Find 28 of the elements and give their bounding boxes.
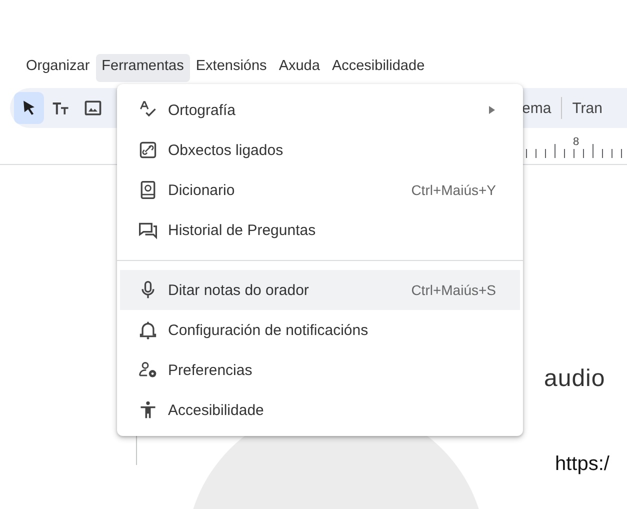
toolbar-button[interactable]: ema [522,100,562,116]
slide-text: https:/ [555,453,610,476]
menu-item[interactable]: Ortografía [120,90,520,130]
accessibility-icon [138,400,158,420]
menu-bar-item[interactable]: Axuda [272,54,326,82]
menu-item[interactable]: Preferencias [120,350,520,390]
toolbar-button[interactable]: Tran [572,100,612,116]
person-gear-icon [138,360,158,380]
shortcut-text: Ctrl+Maiús+Y [411,182,496,198]
menu-item[interactable]: Obxectos ligados [120,130,520,170]
menu-item[interactable]: Ditar notas do orador Ctrl+Maiús+S [120,270,520,310]
menu-bar-item[interactable]: Organizar [20,54,96,82]
menu-item[interactable]: Accesibilidade [120,390,520,430]
tool-button[interactable] [14,92,44,124]
bell-icon [138,320,158,340]
book-icon [138,180,158,200]
shortcut-text: Ctrl+Maiús+S [411,282,496,298]
chat-history-icon [138,220,158,240]
menu-bar-item[interactable]: Accesibilidade [326,54,431,82]
linked-object-icon [138,140,158,160]
slide-text: audio [544,365,606,393]
menu-bar-item[interactable]: Extensións [190,54,273,82]
menu-item[interactable]: Historial de Preguntas [120,210,520,250]
ruler-number: 8 [573,136,580,148]
menu-item[interactable]: Dicionario Ctrl+Maiús+Y [120,170,520,210]
menu-bar-item[interactable]: Ferramentas [96,54,190,82]
menu-item[interactable]: Configuración de notificacións [120,310,520,350]
image-icon [83,98,103,118]
